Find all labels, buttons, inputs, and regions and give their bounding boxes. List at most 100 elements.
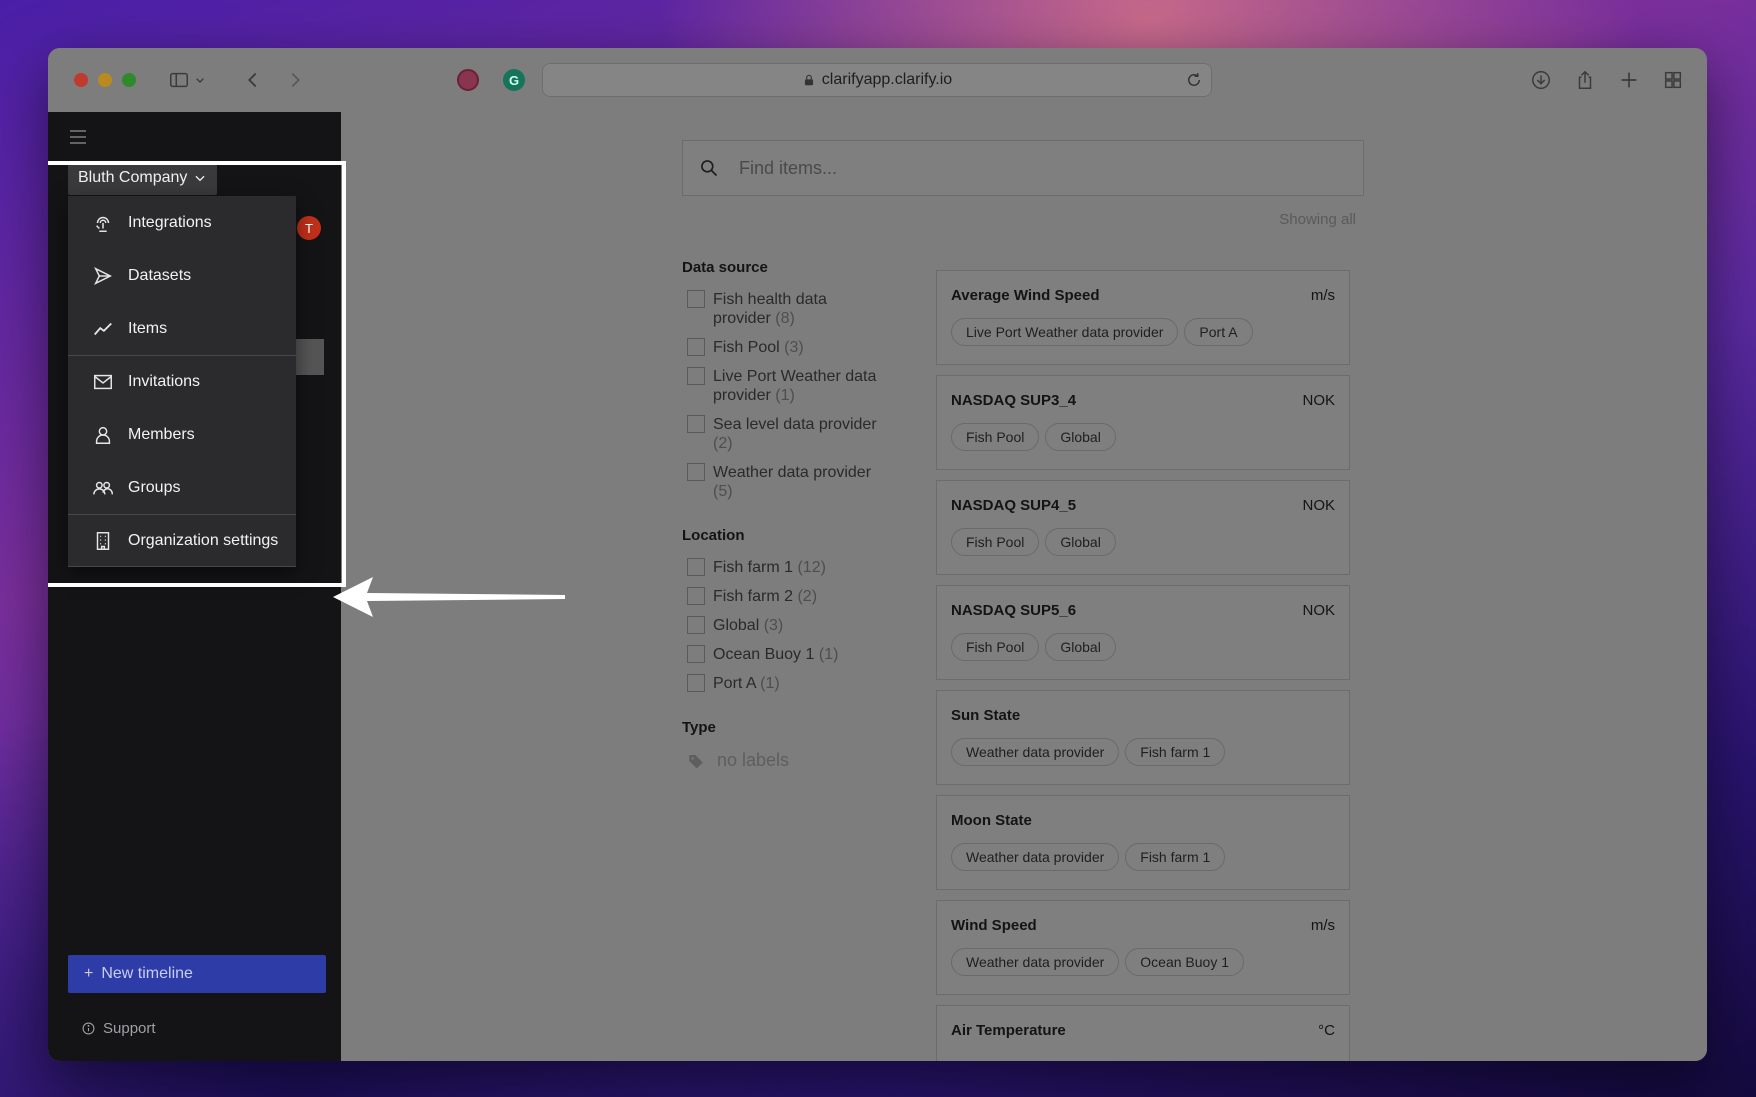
item-tag: Port A — [1184, 318, 1253, 346]
new-timeline-label: New timeline — [101, 965, 193, 982]
checkbox[interactable] — [687, 674, 705, 692]
chevron-down-icon[interactable] — [192, 67, 208, 93]
back-icon[interactable] — [240, 67, 266, 93]
filter-option-label: Fish health data provider — [713, 291, 827, 327]
menu-item-organization-settings[interactable]: Organization settings — [68, 514, 296, 567]
new-tab-icon[interactable] — [1616, 67, 1642, 93]
sidebar: Bluth Company T Integrations Datasets It… — [48, 112, 341, 1061]
lock-icon — [804, 74, 813, 86]
filter-option[interactable]: Fish Pool (3) — [682, 338, 882, 357]
filter-option-count: (3) — [763, 617, 784, 634]
item-title: Moon State — [951, 812, 1032, 829]
filter-option[interactable]: Fish farm 2 (2) — [682, 587, 882, 606]
filter-option-count: (12) — [797, 559, 826, 576]
filter-option-count: (1) — [760, 675, 780, 692]
menu-item-items[interactable]: Items — [68, 302, 296, 355]
checkbox[interactable] — [687, 463, 705, 481]
menu-item-label: Organization settings — [128, 531, 279, 549]
menu-item-label: Datasets — [128, 266, 192, 284]
send-icon — [94, 266, 112, 285]
forward-icon[interactable] — [282, 67, 308, 93]
item-card[interactable]: Air Temperature °C — [936, 1005, 1350, 1061]
filter-option-label: Port A — [713, 675, 756, 692]
checkbox[interactable] — [687, 290, 705, 308]
filter-option-count: (2) — [713, 435, 733, 452]
item-title: NASDAQ SUP3_4 — [951, 392, 1077, 409]
hamburger-menu-icon[interactable] — [68, 128, 88, 146]
filter-group-type: Type no labels — [682, 719, 882, 771]
address-bar[interactable]: clarifyapp.clarify.io — [542, 63, 1212, 97]
sidebar-selected-indicator — [296, 339, 324, 375]
item-tag: Weather data provider — [951, 948, 1120, 976]
checkbox[interactable] — [687, 415, 705, 433]
tab-overview-icon[interactable] — [1660, 67, 1686, 93]
item-tag: Fish farm 1 — [1125, 843, 1226, 871]
filter-option[interactable]: Port A (1) — [682, 674, 882, 693]
item-title: Average Wind Speed — [951, 287, 1100, 304]
filter-option[interactable]: Live Port Weather data provider (1) — [682, 367, 882, 405]
filter-option-count: (1) — [775, 387, 795, 404]
checkbox[interactable] — [687, 587, 705, 605]
item-title: NASDAQ SUP4_5 — [951, 497, 1077, 514]
item-card[interactable]: NASDAQ SUP4_5 NOK Fish Pool Global — [936, 480, 1350, 575]
item-tag: Fish Pool — [951, 633, 1040, 661]
checkbox[interactable] — [687, 338, 705, 356]
avatar[interactable]: T — [297, 216, 321, 240]
filter-option[interactable]: Global (3) — [682, 616, 882, 635]
item-tag: Fish Pool — [951, 423, 1040, 451]
reload-icon[interactable] — [1185, 71, 1203, 89]
filter-option[interactable]: Weather data provider (5) — [682, 463, 882, 501]
plus-icon: + — [84, 965, 94, 982]
filter-option-count: (3) — [784, 339, 804, 356]
item-title: Sun State — [951, 707, 1021, 724]
browser-window: G clarifyapp.clarify.io Bluth Company T — [48, 48, 1707, 1061]
support-link[interactable]: Support — [82, 1020, 156, 1037]
mail-icon — [94, 374, 112, 390]
menu-item-groups[interactable]: Groups — [68, 461, 296, 514]
menu-item-integrations[interactable]: Integrations — [68, 196, 296, 249]
menu-item-members[interactable]: Members — [68, 408, 296, 461]
filter-option[interactable]: Fish health data provider (8) — [682, 290, 882, 328]
filter-heading: Data source — [682, 259, 768, 276]
items-list: Average Wind Speed m/s Live Port Weather… — [936, 270, 1350, 1061]
grammarly-extension-icon[interactable]: G — [503, 69, 525, 91]
filter-option[interactable]: Fish farm 1 (12) — [682, 558, 882, 577]
sidebar-toggle-icon[interactable] — [166, 67, 192, 93]
share-icon[interactable] — [1572, 67, 1598, 93]
tag-icon — [689, 754, 703, 768]
new-timeline-button[interactable]: + New timeline — [68, 955, 326, 993]
item-tag: Global — [1045, 633, 1116, 661]
item-card[interactable]: NASDAQ SUP5_6 NOK Fish Pool Global — [936, 585, 1350, 680]
checkbox[interactable] — [687, 367, 705, 385]
filter-option[interactable]: Sea level data provider (2) — [682, 415, 882, 453]
filter-option[interactable]: Ocean Buoy 1 (1) — [682, 645, 882, 664]
menu-item-datasets[interactable]: Datasets — [68, 249, 296, 302]
close-window-button[interactable] — [74, 73, 88, 87]
item-unit: m/s — [1310, 287, 1335, 304]
item-tag: Weather data provider — [951, 738, 1120, 766]
item-card[interactable]: Moon State Weather data provider Fish fa… — [936, 795, 1350, 890]
checkbox[interactable] — [687, 558, 705, 576]
search-input[interactable] — [737, 156, 1301, 180]
filter-option-label: Fish farm 1 — [713, 559, 794, 576]
checkbox[interactable] — [687, 645, 705, 663]
chevron-down-icon — [195, 175, 205, 182]
item-card[interactable]: Average Wind Speed m/s Live Port Weather… — [936, 270, 1350, 365]
item-card[interactable]: NASDAQ SUP3_4 NOK Fish Pool Global — [936, 375, 1350, 470]
item-card[interactable]: Sun State Weather data provider Fish far… — [936, 690, 1350, 785]
zoom-window-button[interactable] — [122, 73, 136, 87]
password-manager-extension-icon[interactable] — [457, 69, 479, 91]
organization-switcher[interactable]: Bluth Company — [68, 161, 218, 195]
empty-labels-text: no labels — [717, 750, 790, 770]
line-chart-icon — [94, 322, 112, 335]
downloads-icon[interactable] — [1528, 67, 1554, 93]
browser-toolbar: G clarifyapp.clarify.io — [48, 48, 1707, 113]
item-tag: Fish farm 1 — [1125, 738, 1226, 766]
checkbox[interactable] — [687, 616, 705, 634]
item-card[interactable]: Wind Speed m/s Weather data provider Oce… — [936, 900, 1350, 995]
item-tag: Weather data provider — [951, 843, 1120, 871]
filter-option-label: Sea level data provider — [713, 416, 877, 433]
menu-item-invitations[interactable]: Invitations — [68, 355, 296, 408]
minimize-window-button[interactable] — [98, 73, 112, 87]
empty-labels: no labels — [687, 750, 882, 771]
